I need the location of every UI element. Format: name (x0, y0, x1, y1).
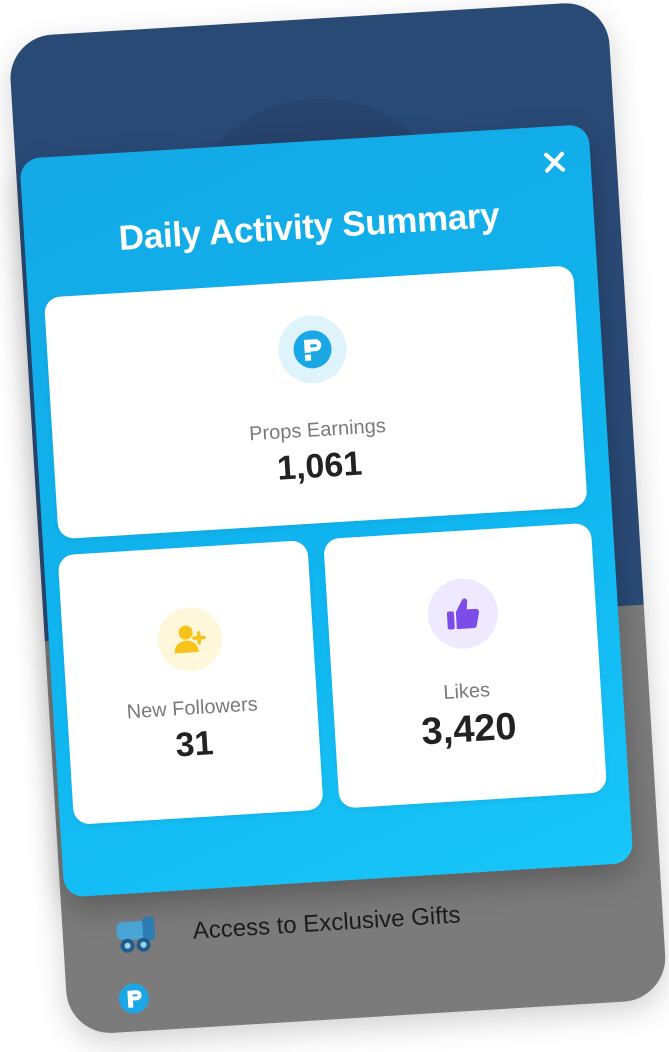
daily-summary-modal: Daily Activity Summary Props Earnings 1,… (19, 124, 634, 898)
scene: Access to Exclusive Gifts Daily Activity… (0, 0, 669, 1052)
new-followers-value: 31 (174, 724, 215, 765)
props-logo-icon (116, 980, 165, 1029)
likes-card: Likes 3,420 (323, 522, 608, 809)
thumbs-up-icon (425, 576, 501, 651)
modal-title: Daily Activity Summary (117, 195, 501, 258)
props-logo-icon (276, 313, 349, 386)
gift-cannon-icon (112, 910, 161, 959)
close-icon[interactable] (543, 151, 566, 174)
list-item-label[interactable]: Access to Exclusive Gifts (192, 901, 461, 945)
props-earnings-card: Props Earnings 1,061 (43, 265, 588, 540)
new-followers-card: New Followers 31 (57, 540, 324, 825)
close-button[interactable] (535, 143, 573, 181)
likes-value: 3,420 (420, 705, 518, 754)
user-plus-icon (156, 605, 224, 674)
